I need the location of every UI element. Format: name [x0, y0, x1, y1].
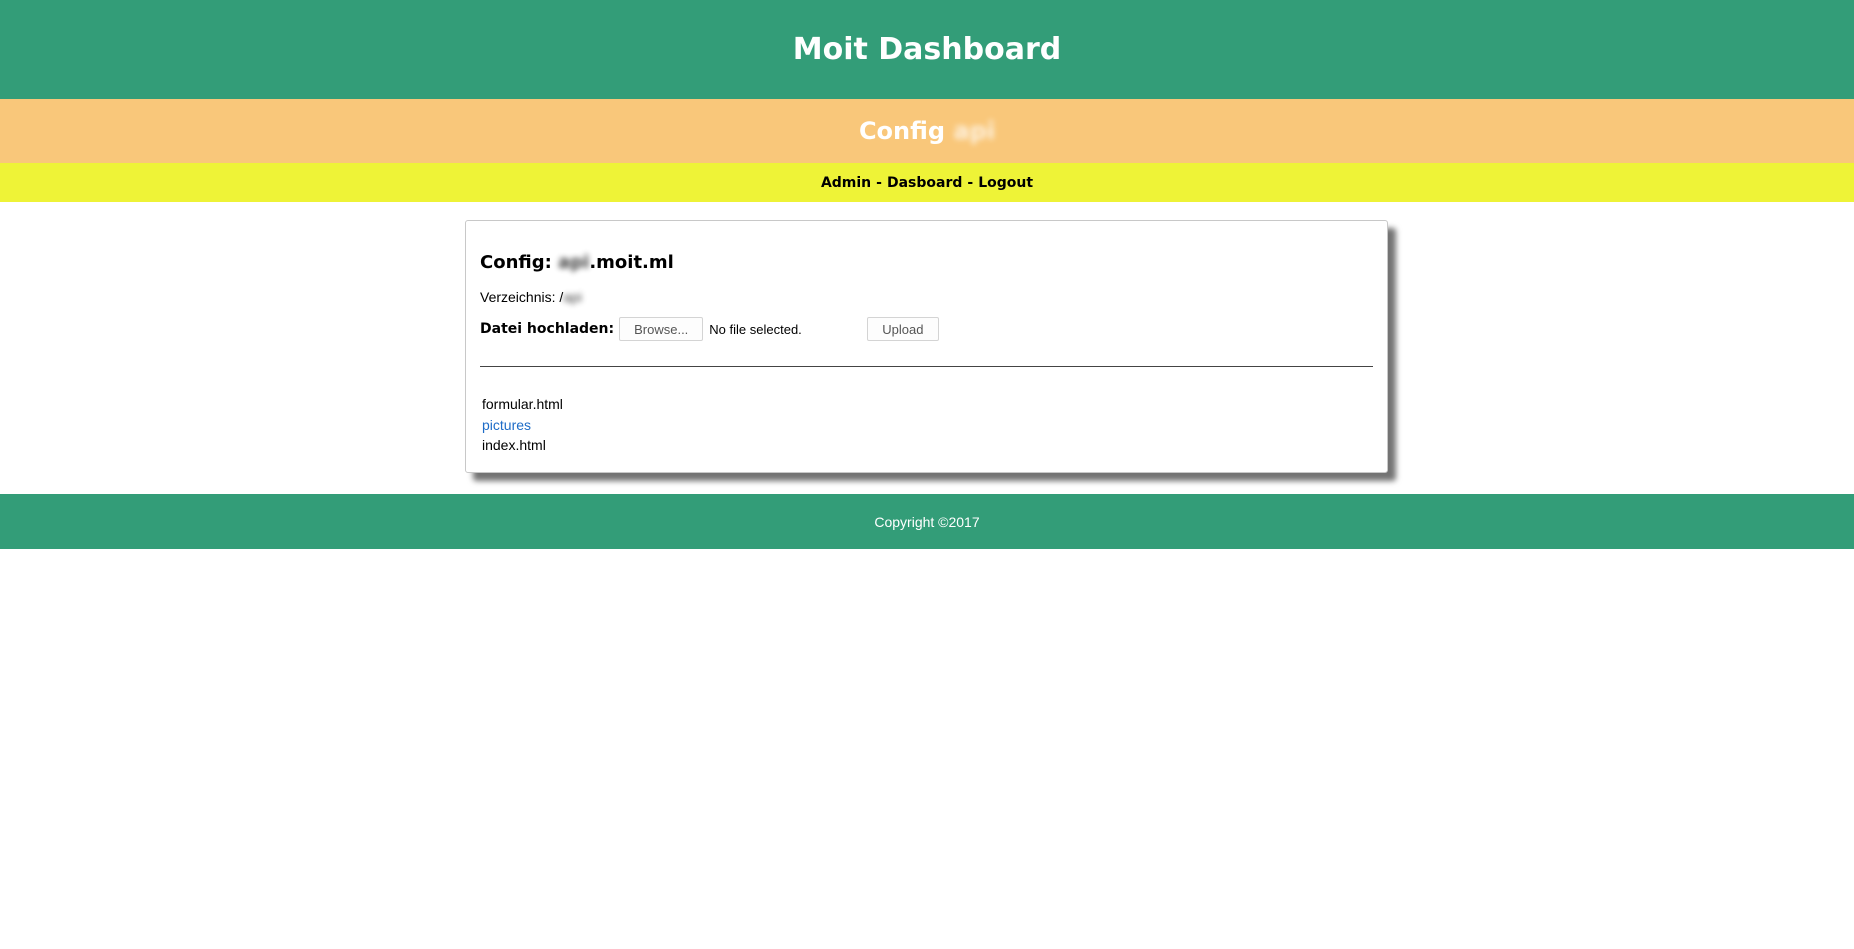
directory-label: Verzeichnis: — [480, 289, 556, 305]
divider — [480, 366, 1373, 367]
file-list: formular.html pictures index.html — [480, 394, 1373, 456]
nav-separator: - — [967, 174, 974, 191]
config-heading-name: api — [953, 117, 996, 145]
nav-bar: Admin - Dasboard - Logout — [0, 163, 1854, 202]
directory-name: api — [563, 289, 582, 305]
upload-row: Datei hochladen: Browse... No file selec… — [480, 317, 1373, 341]
copyright-text: Copyright ©2017 — [874, 513, 980, 530]
config-panel: Config: api.moit.ml Verzeichnis: /api Da… — [465, 220, 1388, 473]
config-heading-prefix: Config — [858, 117, 946, 145]
panel-title-prefix: Config: — [480, 252, 552, 273]
nav-link-admin[interactable]: Admin — [821, 175, 871, 191]
panel-title-domain: .moit.ml — [589, 252, 674, 273]
directory-row: Verzeichnis: /api — [480, 288, 1373, 306]
content-area: Config: api.moit.ml Verzeichnis: /api Da… — [0, 202, 1854, 492]
site-title: Moit Dashboard — [792, 32, 1062, 67]
upload-label: Datei hochladen: — [480, 321, 615, 337]
top-header: Moit Dashboard — [0, 0, 1854, 99]
folder-link-pictures[interactable]: pictures — [482, 417, 531, 433]
config-heading: Config api — [859, 117, 995, 145]
sub-header: Config api — [0, 99, 1854, 163]
file-item-formular: formular.html — [482, 396, 563, 412]
nav-separator: - — [876, 174, 882, 191]
footer: Copyright ©2017 — [0, 494, 1854, 549]
file-item-index: index.html — [482, 437, 546, 453]
nav-link-dashboard[interactable]: Dasboard — [887, 175, 962, 191]
nav-link-logout[interactable]: Logout — [978, 175, 1033, 191]
panel-title-subdomain: api — [558, 252, 590, 273]
file-status: No file selected. — [709, 321, 802, 337]
panel-title: Config: api.moit.ml — [480, 252, 1373, 274]
upload-button[interactable]: Upload — [867, 317, 939, 341]
browse-button[interactable]: Browse... — [619, 317, 704, 341]
